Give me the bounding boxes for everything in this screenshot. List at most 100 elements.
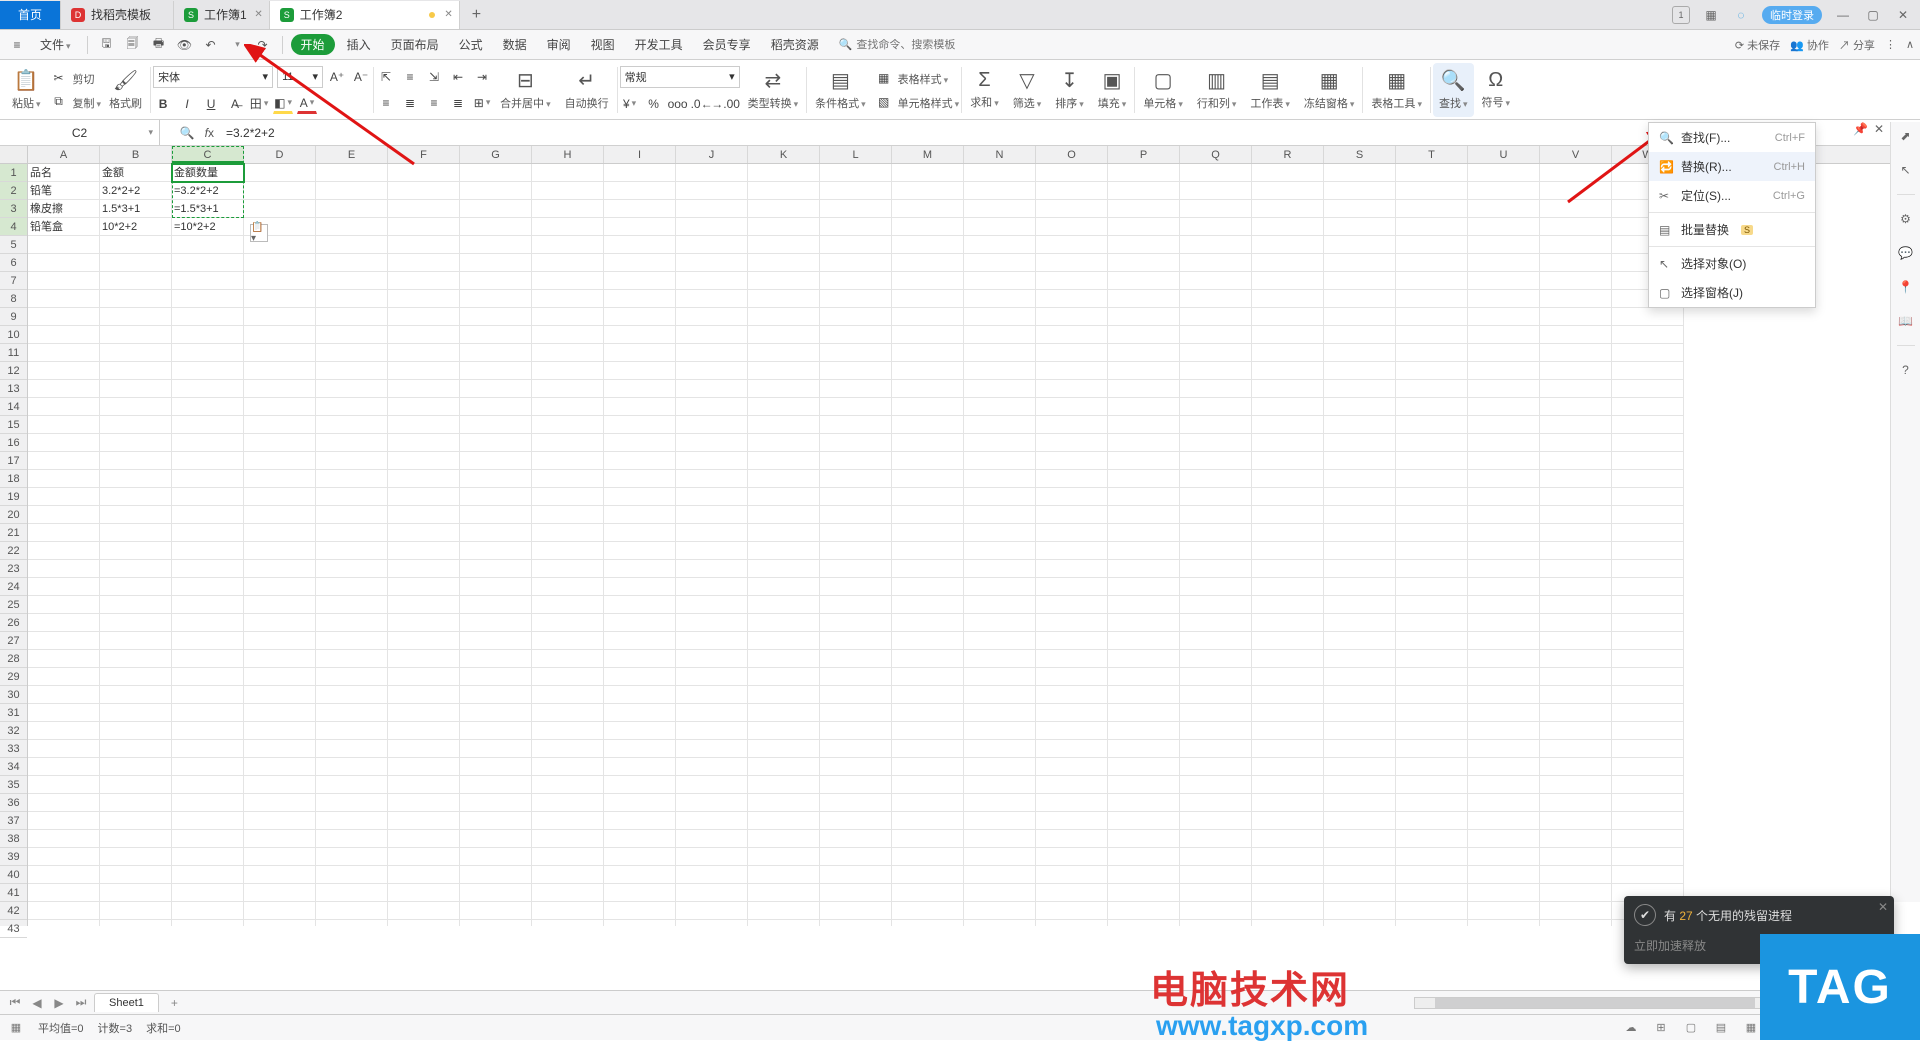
cell[interactable] (964, 272, 1036, 290)
cell[interactable] (388, 758, 460, 776)
cell[interactable] (748, 902, 820, 920)
currency-icon[interactable]: ¥ (620, 94, 640, 114)
cell[interactable] (1324, 740, 1396, 758)
cell[interactable] (604, 542, 676, 560)
cell[interactable] (1180, 668, 1252, 686)
cell[interactable] (676, 326, 748, 344)
merge-center-button[interactable]: ⊟合并居中 (494, 63, 557, 117)
cell[interactable] (460, 380, 532, 398)
cell[interactable] (676, 668, 748, 686)
cell[interactable] (316, 470, 388, 488)
cell[interactable] (820, 920, 892, 926)
cell[interactable] (820, 722, 892, 740)
cell[interactable] (1252, 290, 1324, 308)
cell[interactable] (676, 254, 748, 272)
row-header[interactable]: 25 (0, 596, 27, 614)
cell[interactable] (1108, 722, 1180, 740)
cell[interactable] (532, 866, 604, 884)
close-icon[interactable]: ✕ (254, 9, 262, 20)
cell[interactable] (1252, 722, 1324, 740)
cell[interactable] (28, 650, 100, 668)
row-header[interactable]: 2 (0, 182, 27, 200)
row-header[interactable]: 32 (0, 722, 27, 740)
cell[interactable] (460, 614, 532, 632)
undo-history-dropdown[interactable] (226, 34, 248, 56)
cell[interactable] (964, 866, 1036, 884)
cell[interactable] (1252, 200, 1324, 218)
cell[interactable] (532, 578, 604, 596)
cell[interactable] (1036, 290, 1108, 308)
cell[interactable] (964, 740, 1036, 758)
col-header-D[interactable]: D (244, 146, 316, 163)
cell[interactable] (1180, 236, 1252, 254)
cell[interactable] (460, 920, 532, 926)
cell[interactable] (1036, 272, 1108, 290)
cell[interactable] (892, 884, 964, 902)
cell[interactable] (316, 596, 388, 614)
cell[interactable] (892, 578, 964, 596)
row-header[interactable]: 24 (0, 578, 27, 596)
cell[interactable] (172, 848, 244, 866)
cell[interactable] (388, 740, 460, 758)
cell[interactable] (604, 434, 676, 452)
command-search-input[interactable] (856, 39, 956, 51)
cell[interactable] (1108, 542, 1180, 560)
menu-selection-pane[interactable]: ▢选择窗格(J) (1649, 278, 1815, 307)
cell[interactable] (316, 902, 388, 920)
cell[interactable] (676, 794, 748, 812)
cell[interactable] (460, 884, 532, 902)
cell[interactable] (244, 290, 316, 308)
cell[interactable] (1396, 452, 1468, 470)
cell[interactable] (820, 902, 892, 920)
cell[interactable] (460, 794, 532, 812)
cell[interactable] (100, 884, 172, 902)
cell[interactable] (244, 272, 316, 290)
name-box[interactable]: C2▾ (0, 120, 160, 145)
cell[interactable] (1108, 416, 1180, 434)
cell[interactable] (532, 758, 604, 776)
align-center-icon[interactable]: ≣ (400, 93, 420, 113)
cell[interactable] (316, 236, 388, 254)
cell[interactable] (460, 740, 532, 758)
cell[interactable] (244, 560, 316, 578)
cell[interactable] (1396, 866, 1468, 884)
cell[interactable] (748, 668, 820, 686)
cell[interactable] (172, 650, 244, 668)
cell[interactable] (820, 272, 892, 290)
cell[interactable] (388, 650, 460, 668)
cell[interactable] (892, 596, 964, 614)
strikethrough-button[interactable]: A̶ (225, 94, 245, 114)
cell[interactable] (1324, 182, 1396, 200)
cell[interactable] (1252, 470, 1324, 488)
cell[interactable] (604, 830, 676, 848)
cell[interactable] (1468, 668, 1540, 686)
cell[interactable] (820, 884, 892, 902)
cell[interactable] (532, 380, 604, 398)
cell[interactable] (100, 452, 172, 470)
cell[interactable] (1036, 236, 1108, 254)
cell[interactable] (1036, 704, 1108, 722)
cell[interactable] (172, 344, 244, 362)
cell[interactable] (1108, 758, 1180, 776)
cell[interactable] (100, 488, 172, 506)
cell[interactable] (316, 812, 388, 830)
cell[interactable] (748, 470, 820, 488)
cell[interactable] (1468, 362, 1540, 380)
cell[interactable] (28, 308, 100, 326)
cell[interactable] (28, 470, 100, 488)
decrease-decimal-icon[interactable]: .0← (692, 94, 712, 114)
cell[interactable] (1108, 326, 1180, 344)
cell[interactable] (316, 398, 388, 416)
cell[interactable] (748, 794, 820, 812)
cell[interactable] (100, 290, 172, 308)
cell[interactable] (820, 830, 892, 848)
cell[interactable] (1324, 380, 1396, 398)
cell[interactable] (676, 236, 748, 254)
cell[interactable] (1108, 362, 1180, 380)
cell[interactable] (1396, 434, 1468, 452)
cell[interactable] (28, 794, 100, 812)
cell[interactable] (244, 794, 316, 812)
freeze-panes-button[interactable]: ▦冻结窗格 (1298, 63, 1361, 117)
cell[interactable] (748, 758, 820, 776)
cell[interactable] (820, 524, 892, 542)
